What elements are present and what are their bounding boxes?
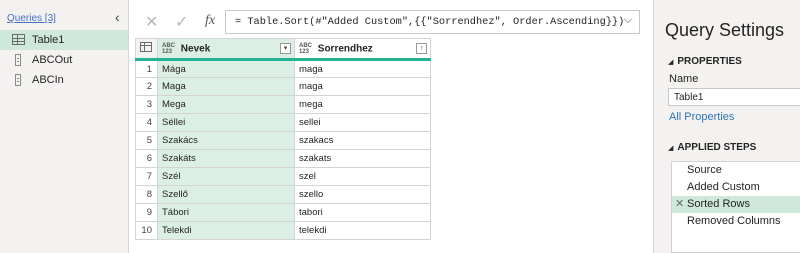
step-label: Source — [687, 164, 722, 176]
collapse-triangle-icon: ◢ — [668, 59, 674, 66]
step-source[interactable]: Source — [672, 162, 800, 179]
row-number: 5 — [135, 131, 158, 150]
cell-nevek[interactable]: Mega — [157, 95, 295, 114]
cell-nevek[interactable]: Szakács — [157, 131, 295, 150]
data-grid: ABC 123 Nevek ▾ ABC 123 Sorrendhez ↑ 1 Mága… — [135, 38, 431, 240]
collapse-pane-icon[interactable]: ‹ — [115, 10, 120, 24]
settings-title: Query Settings — [665, 20, 785, 40]
query-item-table1[interactable]: Table1 — [0, 30, 128, 50]
table-row[interactable]: 4 Séllei sellei — [135, 113, 431, 132]
all-properties-link[interactable]: All Properties — [669, 111, 734, 123]
column-header-sorrendhez[interactable]: ABC 123 Sorrendhez ↑ — [294, 38, 431, 61]
cell-sorrendhez[interactable]: szello — [294, 185, 431, 204]
cell-sorrendhez[interactable]: szakacs — [294, 131, 431, 150]
cell-sorrendhez[interactable]: maga — [294, 77, 431, 96]
cell-sorrendhez[interactable]: maga — [294, 59, 431, 78]
cell-sorrendhez[interactable]: tabori — [294, 203, 431, 222]
cell-nevek[interactable]: Szakáts — [157, 149, 295, 168]
cell-nevek[interactable]: Séllei — [157, 113, 295, 132]
row-number: 10 — [135, 221, 158, 240]
parameter-icon — [15, 54, 21, 66]
properties-section-header[interactable]: ◢ PROPERTIES — [668, 56, 742, 67]
step-sorted-rows[interactable]: ✕ Sorted Rows — [672, 196, 800, 213]
table-row[interactable]: 9 Tábori tabori — [135, 203, 431, 222]
queries-title[interactable]: Queries [3] — [7, 13, 56, 24]
step-removed-columns[interactable]: Removed Columns — [672, 213, 800, 230]
column-header-nevek[interactable]: ABC 123 Nevek ▾ — [157, 38, 295, 61]
formula-input[interactable]: = Table.Sort(#"Added Custom",{{"Sorrendh… — [225, 10, 640, 34]
commit-icon[interactable]: ✓ — [175, 12, 188, 32]
table-row[interactable]: 1 Mága maga — [135, 59, 431, 78]
parameter-icon — [15, 74, 21, 86]
sort-ascending-icon[interactable]: ↑ — [416, 43, 427, 54]
row-number: 7 — [135, 167, 158, 186]
query-settings-pane: Query Settings ◢PROPERTIES Name All Prop… — [653, 0, 800, 253]
table-row[interactable]: 5 Szakács szakacs — [135, 131, 431, 150]
table-menu-button[interactable] — [135, 38, 158, 61]
column-header-label: Nevek — [180, 43, 211, 55]
cell-sorrendhez[interactable]: szel — [294, 167, 431, 186]
column-header-label: Sorrendhez — [317, 43, 373, 55]
query-item-label: Table1 — [32, 34, 65, 46]
formula-bar: ✕ ✓ fx = Table.Sort(#"Added Custom",{{"S… — [133, 10, 641, 34]
cell-sorrendhez[interactable]: telekdi — [294, 221, 431, 240]
table-icon — [140, 42, 152, 52]
applied-steps-section-header[interactable]: ◢ APPLIED STEPS — [668, 142, 756, 153]
cell-nevek[interactable]: Mága — [157, 59, 295, 78]
row-number: 8 — [135, 185, 158, 204]
row-number: 2 — [135, 77, 158, 96]
formula-text: = Table.Sort(#"Added Custom",{{"Sorrendh… — [235, 16, 625, 28]
collapse-triangle-icon: ◢ — [668, 145, 674, 152]
queries-pane: Queries [3] ‹ Table1 ABCOut ABCIn — [0, 0, 129, 253]
step-label: Removed Columns — [687, 215, 781, 227]
table-icon — [12, 34, 25, 45]
row-number: 3 — [135, 95, 158, 114]
query-item-label: ABCIn — [32, 74, 64, 86]
step-label: Added Custom — [687, 181, 760, 193]
table-row[interactable]: 3 Mega mega — [135, 95, 431, 114]
table-row[interactable]: 7 Szél szel — [135, 167, 431, 186]
section-label: PROPERTIES — [677, 56, 742, 67]
type-any-icon: ABC 123 — [299, 42, 312, 55]
query-name-input[interactable] — [668, 88, 800, 106]
type-any-icon: ABC 123 — [162, 42, 175, 55]
name-label: Name — [669, 73, 699, 85]
step-label: Sorted Rows — [687, 198, 750, 210]
cell-nevek[interactable]: Szél — [157, 167, 295, 186]
query-item-label: ABCOut — [32, 54, 73, 66]
cell-sorrendhez[interactable]: sellei — [294, 113, 431, 132]
table-row[interactable]: 8 Szellő szello — [135, 185, 431, 204]
query-item-abcout[interactable]: ABCOut — [0, 50, 128, 70]
cell-nevek[interactable]: Szellő — [157, 185, 295, 204]
query-item-abcin[interactable]: ABCIn — [0, 70, 128, 90]
fx-icon[interactable]: fx — [205, 13, 215, 29]
cell-nevek[interactable]: Maga — [157, 77, 295, 96]
filter-dropdown-icon[interactable]: ▾ — [280, 43, 291, 54]
table-row[interactable]: 10 Telekdi telekdi — [135, 221, 431, 240]
cell-nevek[interactable]: Telekdi — [157, 221, 295, 240]
applied-steps-list: Source Added Custom ✕ Sorted Rows Remove… — [671, 161, 800, 253]
cancel-icon[interactable]: ✕ — [145, 12, 158, 32]
table-row[interactable]: 6 Szakáts szakats — [135, 149, 431, 168]
chevron-down-icon[interactable]: ⌵ — [624, 14, 632, 27]
row-number: 1 — [135, 59, 158, 78]
section-label: APPLIED STEPS — [677, 142, 757, 153]
delete-step-icon[interactable]: ✕ — [675, 196, 684, 213]
cell-nevek[interactable]: Tábori — [157, 203, 295, 222]
row-number: 6 — [135, 149, 158, 168]
cell-sorrendhez[interactable]: mega — [294, 95, 431, 114]
cell-sorrendhez[interactable]: szakats — [294, 149, 431, 168]
row-number: 9 — [135, 203, 158, 222]
step-added-custom[interactable]: Added Custom — [672, 179, 800, 196]
table-row[interactable]: 2 Maga maga — [135, 77, 431, 96]
row-number: 4 — [135, 113, 158, 132]
